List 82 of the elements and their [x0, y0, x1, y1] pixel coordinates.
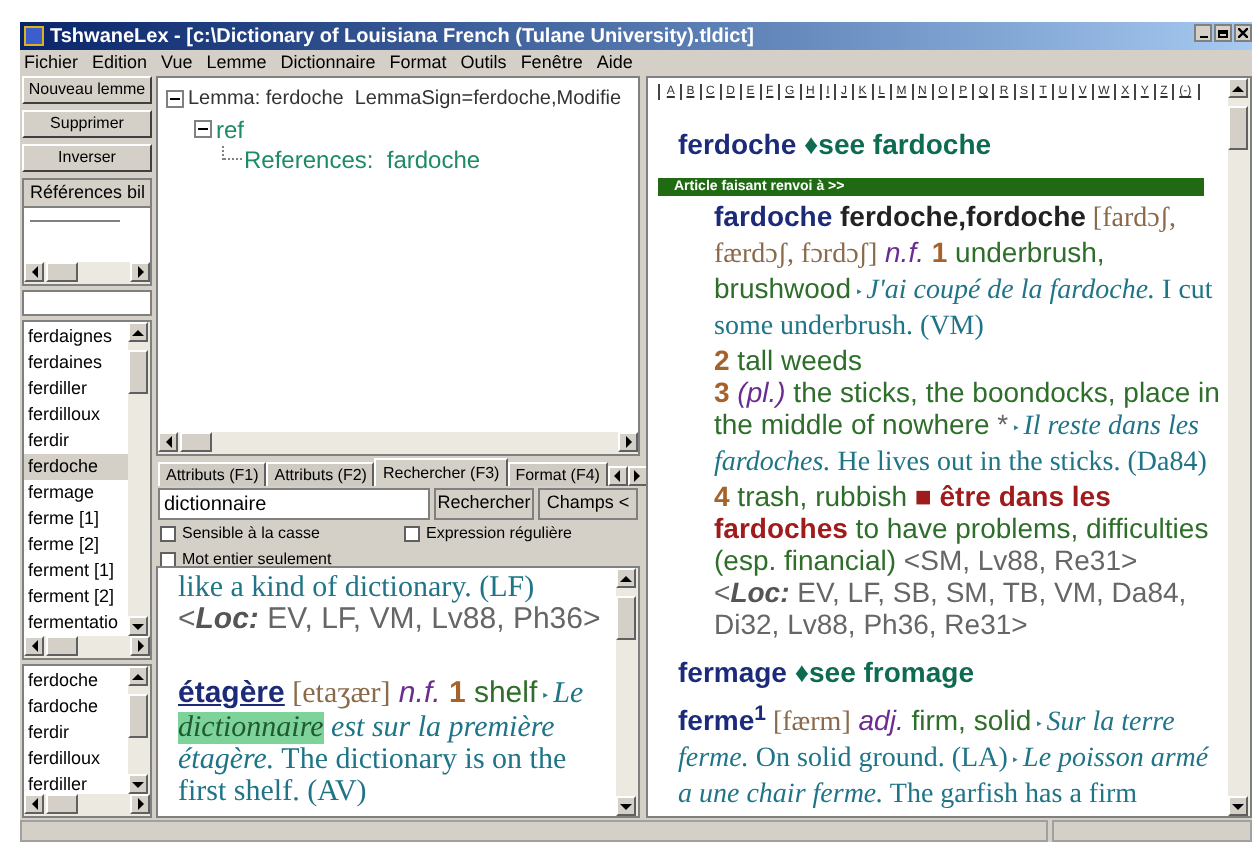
- collapse-icon[interactable]: [194, 120, 212, 138]
- scroll-arrow-button[interactable]: [1228, 796, 1248, 816]
- entry-text: fardoche ferdoche,fordoche [fardɔʃ, færdɔʃ, fɔrdɔʃ] n.f. 1 underbrush, brushwood ‣ J'ai coupé de la fardoche. I cut some underbrush. (VM): [712, 200, 1215, 344]
- scroll-arrow-button[interactable]: [1228, 78, 1248, 98]
- vertical-scrollbar[interactable]: [616, 568, 638, 816]
- app-icon: [24, 26, 44, 46]
- checkbox-label: Mot entier seulement: [182, 548, 332, 572]
- entry-text: 2 tall weeds: [712, 344, 864, 376]
- entry-text: <Loc: EV, LF, VM, Lv88, Ph36>: [178, 604, 603, 636]
- checkbox-label: Sensible à la casse: [182, 522, 320, 546]
- maximize-button[interactable]: [1214, 24, 1232, 42]
- horizontal-scrollbar[interactable]: [24, 262, 150, 285]
- scroll-arrow-button[interactable]: [627, 466, 648, 486]
- scroll-arrow-button[interactable]: [128, 774, 148, 794]
- scroll-arrow-button[interactable]: [24, 636, 44, 656]
- search-field[interactable]: dictionnaire: [158, 488, 430, 520]
- menu-item[interactable]: Edition: [92, 49, 148, 77]
- horizontal-scrollbar[interactable]: [24, 636, 150, 658]
- menu-item[interactable]: Dictionnaire: [280, 49, 376, 77]
- menu-item[interactable]: Fichier: [24, 49, 79, 77]
- tree-node[interactable]: ref: [216, 111, 245, 147]
- entry-text: 3 (pl.) the sticks, the boondocks, place in the middle of nowhere * ‣ Il reste dans les fardoches. He lives out in the sticks. (Da84): [712, 376, 1222, 480]
- window-title: TshwaneLex - [c:\Dictionary of Louisiana French (Tulane University).tldict]: [50, 23, 754, 51]
- close-button[interactable]: [1234, 24, 1252, 42]
- menu-item[interactable]: Lemme: [206, 49, 267, 77]
- tree-node[interactable]: Lemma: ferdoche LemmaSign=ferdoche,Modifie: [188, 84, 622, 114]
- vertical-scrollbar[interactable]: [128, 666, 150, 794]
- vertical-scrollbar[interactable]: [1228, 78, 1250, 816]
- fields-button[interactable]: Champs <: [538, 488, 638, 520]
- scroll-arrow-button[interactable]: [616, 568, 636, 588]
- scroll-arrow-button[interactable]: [128, 322, 148, 342]
- dictionary-entry: ferdoche ♦see fardoche: [676, 128, 994, 160]
- menu-item[interactable]: Fenêtre: [520, 49, 583, 77]
- scroll-arrow-button[interactable]: [618, 432, 638, 452]
- entry-text: like a kind of dictionary. (LF): [178, 572, 537, 604]
- sidebar-button[interactable]: Supprimer: [22, 110, 152, 138]
- scroll-arrow-button[interactable]: [130, 636, 150, 656]
- scroll-arrow-button[interactable]: [24, 794, 44, 814]
- scrollbar-thumb[interactable]: [128, 350, 148, 395]
- scrollbar-thumb[interactable]: [128, 694, 148, 739]
- entry-text: 4 trash, rubbish ■ être dans les fardoches to have problems, difficulties (esp. financial) <SM, Lv88, Re31>: [712, 480, 1211, 576]
- list-item[interactable]: ferdoche: [24, 454, 128, 480]
- tab[interactable]: Rechercher (F3): [374, 458, 508, 486]
- sidebar-button[interactable]: Inverser: [22, 144, 152, 172]
- checkbox-label: Expression régulière: [426, 522, 572, 546]
- checkbox[interactable]: [160, 526, 176, 542]
- dictionary-entry: ferme$^{1}$ [færm] adj. firm, solid ‣ Sur la terre ferme. On solid ground. (LA) ‣ Le poisson armé a une chair ferme. The garfish has a firm: [676, 704, 1211, 812]
- panel-header: Références bil: [24, 180, 150, 208]
- checkbox[interactable]: [404, 526, 420, 542]
- vertical-scrollbar[interactable]: [128, 322, 150, 636]
- tab[interactable]: Attributs (F1): [158, 462, 267, 486]
- minimize-button[interactable]: [1194, 24, 1212, 42]
- scroll-arrow-button[interactable]: [158, 432, 178, 452]
- scroll-arrow-button[interactable]: [616, 796, 636, 816]
- scrollbar-thumb[interactable]: [46, 636, 78, 656]
- scroll-arrow-button[interactable]: [130, 262, 150, 283]
- horizontal-scrollbar[interactable]: [24, 794, 150, 816]
- scrollbar-thumb[interactable]: [1228, 106, 1248, 151]
- tree-node[interactable]: References: fardoche: [244, 141, 481, 177]
- scroll-arrow-button[interactable]: [128, 616, 148, 636]
- tab[interactable]: Format (F4): [507, 462, 608, 486]
- entry-text: <Loc: EV, LF, SB, SM, TB, VM, Da84, Di32, Lv88, Ph36, Re31>: [712, 576, 1189, 640]
- scroll-arrow-button[interactable]: [130, 794, 150, 814]
- scroll-arrow-button[interactable]: [128, 666, 148, 686]
- tab[interactable]: Attributs (F2): [266, 462, 375, 486]
- search-button[interactable]: Rechercher: [434, 488, 534, 520]
- scrollbar-thumb[interactable]: [46, 794, 78, 814]
- scroll-arrow-button[interactable]: [607, 466, 628, 486]
- menu-item[interactable]: Vue: [161, 49, 193, 77]
- sidebar-button[interactable]: Nouveau lemme: [22, 76, 152, 104]
- scrollbar-thumb[interactable]: [46, 262, 78, 283]
- collapse-icon[interactable]: [166, 90, 184, 108]
- filter-field[interactable]: [22, 290, 152, 316]
- dictionary-entry: étagère [etaʒær] n.f. 1 shelf ‣ Le dictionnaire est sur la première étagère. The dictionary is on the first shelf. (AV): [178, 678, 586, 808]
- menu-item[interactable]: Format: [389, 49, 447, 77]
- menu-item[interactable]: Aide: [596, 49, 633, 77]
- scrollbar-thumb[interactable]: [616, 596, 636, 641]
- scroll-arrow-button[interactable]: [24, 262, 44, 283]
- horizontal-scrollbar[interactable]: [158, 432, 638, 454]
- menu-item[interactable]: Outils: [460, 49, 507, 77]
- dictionary-entry: fermage ♦see fromage: [676, 656, 976, 688]
- scrollbar-thumb[interactable]: [180, 432, 212, 452]
